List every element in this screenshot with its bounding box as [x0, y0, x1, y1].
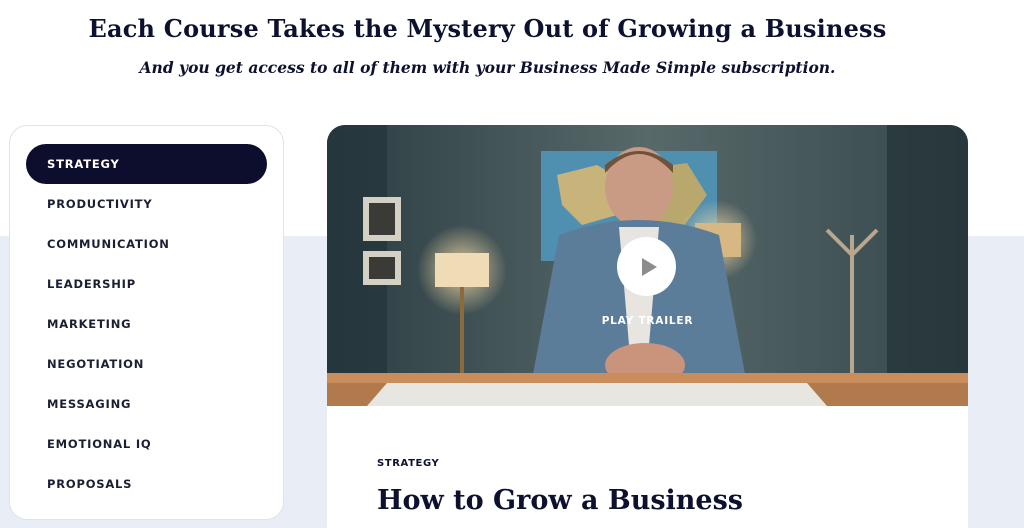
trailer-video[interactable]: PLAY TRAILER [327, 125, 968, 406]
course-category-label: STRATEGY [377, 458, 440, 469]
play-trailer-button[interactable] [617, 237, 676, 296]
page-subheadline: And you get access to all of them with y… [139, 58, 836, 77]
menu-item-marketing[interactable]: MARKETING [26, 304, 267, 344]
menu-item-emotional-iq[interactable]: EMOTIONAL IQ [26, 424, 267, 464]
menu-item-leadership[interactable]: LEADERSHIP [26, 264, 267, 304]
play-trailer-label: PLAY TRAILER [601, 315, 694, 327]
menu-item-negotiation[interactable]: NEGOTIATION [26, 344, 267, 384]
play-icon [641, 257, 657, 276]
menu-item-communication[interactable]: COMMUNICATION [26, 224, 267, 264]
menu-item-productivity[interactable]: PRODUCTIVITY [26, 184, 267, 224]
menu-item-proposals[interactable]: PROPOSALS [26, 464, 267, 504]
menu-item-strategy[interactable]: STRATEGY [26, 144, 267, 184]
course-category-menu: STRATEGY PRODUCTIVITY COMMUNICATION LEAD… [9, 125, 284, 520]
page-headline: Each Course Takes the Mystery Out of Gro… [88, 14, 887, 43]
course-card: PLAY TRAILER STRATEGY How to Grow a Busi… [327, 125, 968, 528]
course-title: How to Grow a Business [377, 485, 743, 516]
menu-item-messaging[interactable]: MESSAGING [26, 384, 267, 424]
